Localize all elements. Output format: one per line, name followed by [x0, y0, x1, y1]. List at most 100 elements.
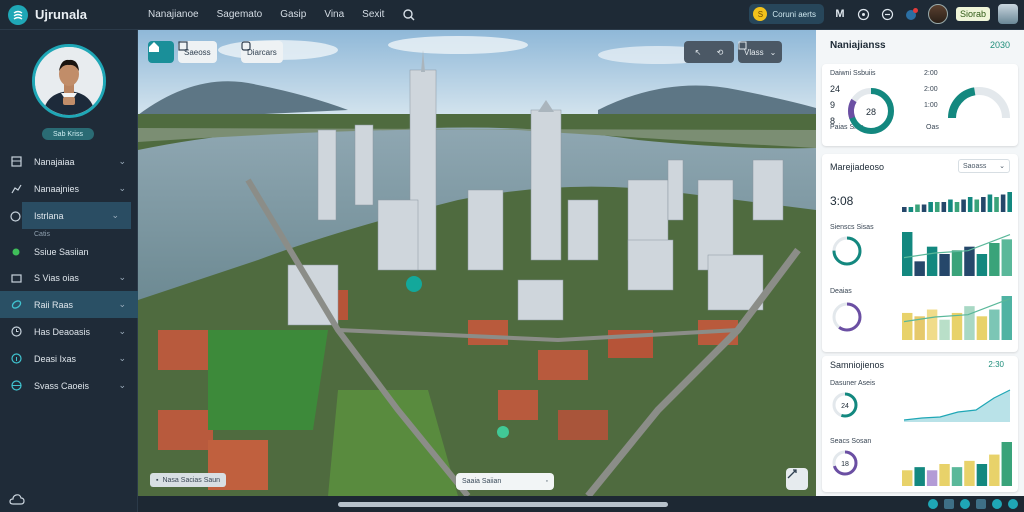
horizontal-scrollbar[interactable] — [138, 496, 816, 512]
logo-icon — [8, 4, 28, 25]
card2-title: Marejiadeoso — [830, 162, 885, 172]
map-tools[interactable]: ↖ ⟲ — [684, 41, 734, 63]
card1-label-1: Daiwni Ssbuiis — [830, 70, 876, 77]
sidebar-item-1[interactable]: Nanajaiaa ⌄ — [0, 148, 138, 175]
sidebar-item-2[interactable]: Nanaajnies ⌄ — [0, 175, 138, 202]
sidebar-item-8[interactable]: Deasi Ixas ⌄ — [0, 345, 138, 372]
m-icon[interactable]: M — [832, 6, 848, 22]
search-icon[interactable] — [402, 8, 416, 22]
brand[interactable]: Ujrunala — [0, 4, 140, 25]
rotate-icon[interactable]: ⟲ — [717, 48, 724, 57]
bar — [951, 467, 963, 486]
bar — [1001, 239, 1012, 276]
card2-label-1: Sienscs Sisas — [830, 224, 874, 231]
panel-value: 2030 — [989, 40, 1010, 50]
profile-photo[interactable] — [32, 44, 106, 118]
sidebar-item-label: Nanajaiaa — [34, 156, 75, 167]
summary-card: Daiwni Ssbuiis Paias Srss Oas 2:00 2:00 … — [822, 64, 1018, 146]
nav-item-2[interactable]: Sagemato — [217, 9, 263, 20]
info-small-icon[interactable] — [992, 499, 1002, 509]
bar — [926, 246, 938, 276]
sidebar-item-label: Svass Caoeis — [34, 380, 90, 391]
status-dot-icon: ▪ — [156, 476, 159, 484]
search-icon: ◦ — [545, 478, 548, 485]
app-title: Ujrunala — [35, 7, 88, 22]
help-icon[interactable] — [856, 6, 872, 22]
bar — [926, 309, 938, 340]
grid-small-icon[interactable] — [976, 499, 986, 509]
nav-item-1[interactable]: Nanajianoe — [148, 9, 199, 20]
bar — [1000, 194, 1006, 212]
sidebar-item-5[interactable]: S Vias oias ⌄ — [0, 264, 138, 291]
bar — [976, 464, 988, 486]
bar — [1007, 192, 1012, 212]
cyan-dot-icon[interactable] — [960, 499, 970, 509]
profile: Sab Kriss — [0, 30, 137, 148]
teal-dot-icon[interactable] — [928, 499, 938, 509]
bar — [951, 312, 963, 340]
coin-icon: S — [753, 7, 768, 21]
chevron-down-icon: ⌄ — [118, 183, 126, 193]
scrollbar-thumb[interactable] — [338, 502, 668, 507]
card1-value-3: 1:00 — [924, 102, 938, 109]
city-map-view[interactable]: Saeoss Diarcars ↖ ⟲ Vlass ⌄ ▪ Nasa Sacia… — [138, 30, 816, 496]
card1-value-2: 2:00 — [924, 86, 938, 93]
map-search[interactable]: Saaia Saiian ◦ — [456, 473, 554, 490]
bar — [964, 460, 975, 486]
bar — [908, 207, 914, 212]
user-avatar[interactable] — [927, 4, 948, 24]
globe-icon — [10, 380, 22, 392]
compass-button[interactable] — [786, 468, 808, 490]
sidebar-item-7[interactable]: Has Deaoasis ⌄ — [0, 318, 138, 345]
card2-dropdown[interactable]: Saoass ⌄ — [958, 159, 1010, 173]
bar — [921, 204, 927, 212]
cloud-icon[interactable] — [9, 493, 25, 508]
map-status: ▪ Nasa Sacias Saun — [150, 473, 227, 487]
sidebar-item-3[interactable]: Istrlana ⌄ — [22, 202, 131, 229]
main-nav: Nanajianoe Sagemato Gasip Vina Sexit — [148, 9, 384, 20]
nav-item-4[interactable]: Vina — [324, 9, 344, 20]
home-button[interactable] — [148, 41, 174, 63]
card1-label-3: Oas — [926, 124, 939, 131]
top-bar: Ujrunala Nanajianoe Sagemato Gasip Vina … — [0, 0, 1024, 30]
card2-ring-2 — [832, 302, 862, 332]
chevron-down-icon: ⌄ — [118, 156, 126, 166]
user-name[interactable]: Siorab — [955, 7, 990, 21]
sidebar-item-6[interactable]: Raii Raas ⌄ — [0, 291, 138, 318]
view-dropdown[interactable]: Vlass ⌄ — [738, 41, 783, 63]
sidebar-item-label: Deasi Ixas — [34, 353, 77, 364]
filters-button[interactable]: Diarcars — [241, 41, 283, 63]
profile-badge: Sab Kriss — [42, 128, 94, 140]
account-avatar[interactable] — [998, 4, 1018, 24]
bar — [928, 202, 933, 212]
bar — [914, 467, 925, 486]
chevron-down-icon: ⌄ — [118, 299, 126, 309]
link-icon — [10, 299, 22, 311]
bar — [976, 316, 988, 340]
notification-icon[interactable] — [904, 6, 920, 22]
bar — [989, 243, 1000, 276]
sidebar-subitem[interactable]: Catis — [0, 229, 138, 240]
nav-item-3[interactable]: Gasip — [280, 9, 306, 20]
sidebar-item-label: S Vias oias — [34, 272, 79, 283]
aerial-city-image — [138, 30, 816, 496]
bar — [954, 202, 960, 212]
bar — [915, 204, 920, 212]
sidebar-item-9[interactable]: Svass Caoeis ⌄ — [0, 372, 138, 399]
card2-bar-chart-mid — [902, 232, 1012, 276]
layers-button[interactable]: Saeoss — [178, 41, 217, 63]
nav-item-5[interactable]: Sexit — [362, 9, 384, 20]
app-window: Ujrunala Nanajianoe Sagemato Gasip Vina … — [0, 0, 1024, 512]
settings-icon[interactable] — [880, 6, 896, 22]
sidebar-item-4[interactable]: Ssiue Sasiian — [0, 240, 138, 264]
globe-small-icon[interactable] — [1008, 499, 1018, 509]
square-icon[interactable] — [944, 499, 954, 509]
dot-icon — [10, 246, 22, 258]
bar — [902, 470, 913, 486]
alerts-pill[interactable]: S Coruni aerts — [749, 4, 824, 24]
bar — [914, 261, 925, 276]
bar — [941, 202, 947, 212]
sidebar-item-label: Raii Raas — [34, 299, 74, 310]
chart-icon — [10, 183, 22, 195]
pointer-icon[interactable]: ↖ — [695, 48, 702, 57]
